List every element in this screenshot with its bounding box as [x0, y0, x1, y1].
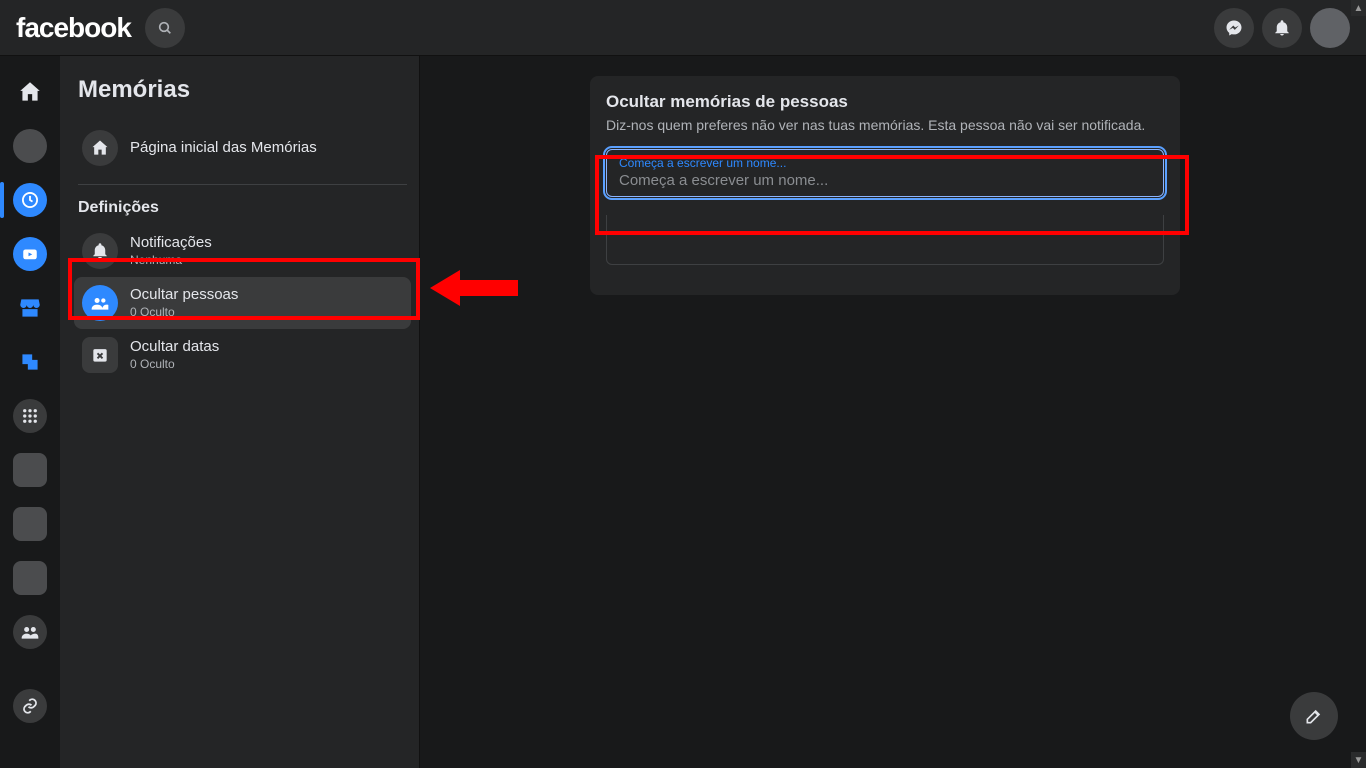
- divider: [78, 184, 407, 185]
- groups-icon: [20, 622, 40, 642]
- shortcut-icon: [13, 561, 47, 595]
- messenger-button[interactable]: [1214, 8, 1254, 48]
- sidebar-item-notifications[interactable]: Notificações Nenhuma: [74, 225, 411, 277]
- hide-people-card: Ocultar memórias de pessoas Diz-nos quem…: [590, 76, 1180, 295]
- sidebar-item-label: Página inicial das Memórias: [130, 139, 317, 158]
- rail-shortcut-3[interactable]: [6, 554, 54, 602]
- compose-button[interactable]: [1290, 692, 1338, 740]
- watch-icon: [21, 245, 39, 263]
- search-icon: [157, 20, 173, 36]
- scrollbar-down[interactable]: ▼: [1351, 752, 1366, 768]
- name-input[interactable]: [619, 172, 1151, 189]
- rail-home[interactable]: [6, 68, 54, 116]
- avatar-icon: [13, 129, 47, 163]
- notifications-button[interactable]: [1262, 8, 1302, 48]
- shortcut-icon: [13, 507, 47, 541]
- input-float-label: Começa a escrever um nome...: [619, 156, 1151, 170]
- card-description: Diz-nos quem preferes não ver nas tuas m…: [606, 116, 1164, 135]
- sidebar-section-header: Definições: [78, 199, 407, 217]
- sidebar-title: Memórias: [78, 76, 407, 104]
- people-icon: [82, 285, 118, 321]
- card-footer-area: [606, 215, 1164, 265]
- rail-menu[interactable]: [6, 392, 54, 440]
- rail-memories[interactable]: [6, 176, 54, 224]
- bell-icon: [1273, 19, 1291, 37]
- sidebar-item-label: Notificações: [130, 234, 212, 253]
- rail-marketplace[interactable]: [6, 284, 54, 332]
- name-input-wrapper[interactable]: Começa a escrever um nome...: [606, 149, 1164, 197]
- sidebar-memories-home[interactable]: Página inicial das Memórias: [74, 122, 411, 174]
- card-title: Ocultar memórias de pessoas: [606, 92, 1164, 112]
- rail-watch[interactable]: [6, 230, 54, 278]
- left-rail: [0, 56, 60, 768]
- sidebar-item-hide-dates[interactable]: Ocultar datas 0 Oculto: [74, 329, 411, 381]
- memories-sidebar: Memórias Página inicial das Memórias Def…: [60, 56, 420, 768]
- rail-shortcut-1[interactable]: [6, 446, 54, 494]
- rail-profile[interactable]: [6, 122, 54, 170]
- shortcut-icon: [13, 453, 47, 487]
- scrollbar-up[interactable]: ▲: [1351, 0, 1366, 16]
- rail-groups[interactable]: [6, 608, 54, 656]
- sidebar-item-sub: Nenhuma: [130, 253, 212, 268]
- rail-gaming[interactable]: [6, 338, 54, 386]
- sidebar-item-hide-people[interactable]: Ocultar pessoas 0 Oculto: [74, 277, 411, 329]
- main-content: Ocultar memórias de pessoas Diz-nos quem…: [420, 56, 1366, 768]
- messenger-icon: [1225, 19, 1243, 37]
- home-icon: [17, 79, 43, 105]
- account-avatar[interactable]: [1310, 8, 1350, 48]
- facebook-logo[interactable]: facebook: [16, 12, 131, 44]
- rail-shortcut-2[interactable]: [6, 500, 54, 548]
- marketplace-icon: [17, 295, 43, 321]
- search-button[interactable]: [145, 8, 185, 48]
- bell-icon: [82, 233, 118, 269]
- rail-link[interactable]: [6, 682, 54, 730]
- grid-icon: [21, 407, 39, 425]
- home-icon: [82, 130, 118, 166]
- link-icon: [21, 697, 39, 715]
- sidebar-item-label: Ocultar pessoas: [130, 286, 238, 305]
- sidebar-item-sub: 0 Oculto: [130, 357, 219, 372]
- calendar-x-icon: [82, 337, 118, 373]
- gaming-icon: [17, 349, 43, 375]
- compose-icon: [1304, 706, 1324, 726]
- clock-icon: [20, 190, 40, 210]
- top-bar: facebook: [0, 0, 1366, 56]
- sidebar-item-label: Ocultar datas: [130, 338, 219, 357]
- sidebar-item-sub: 0 Oculto: [130, 305, 238, 320]
